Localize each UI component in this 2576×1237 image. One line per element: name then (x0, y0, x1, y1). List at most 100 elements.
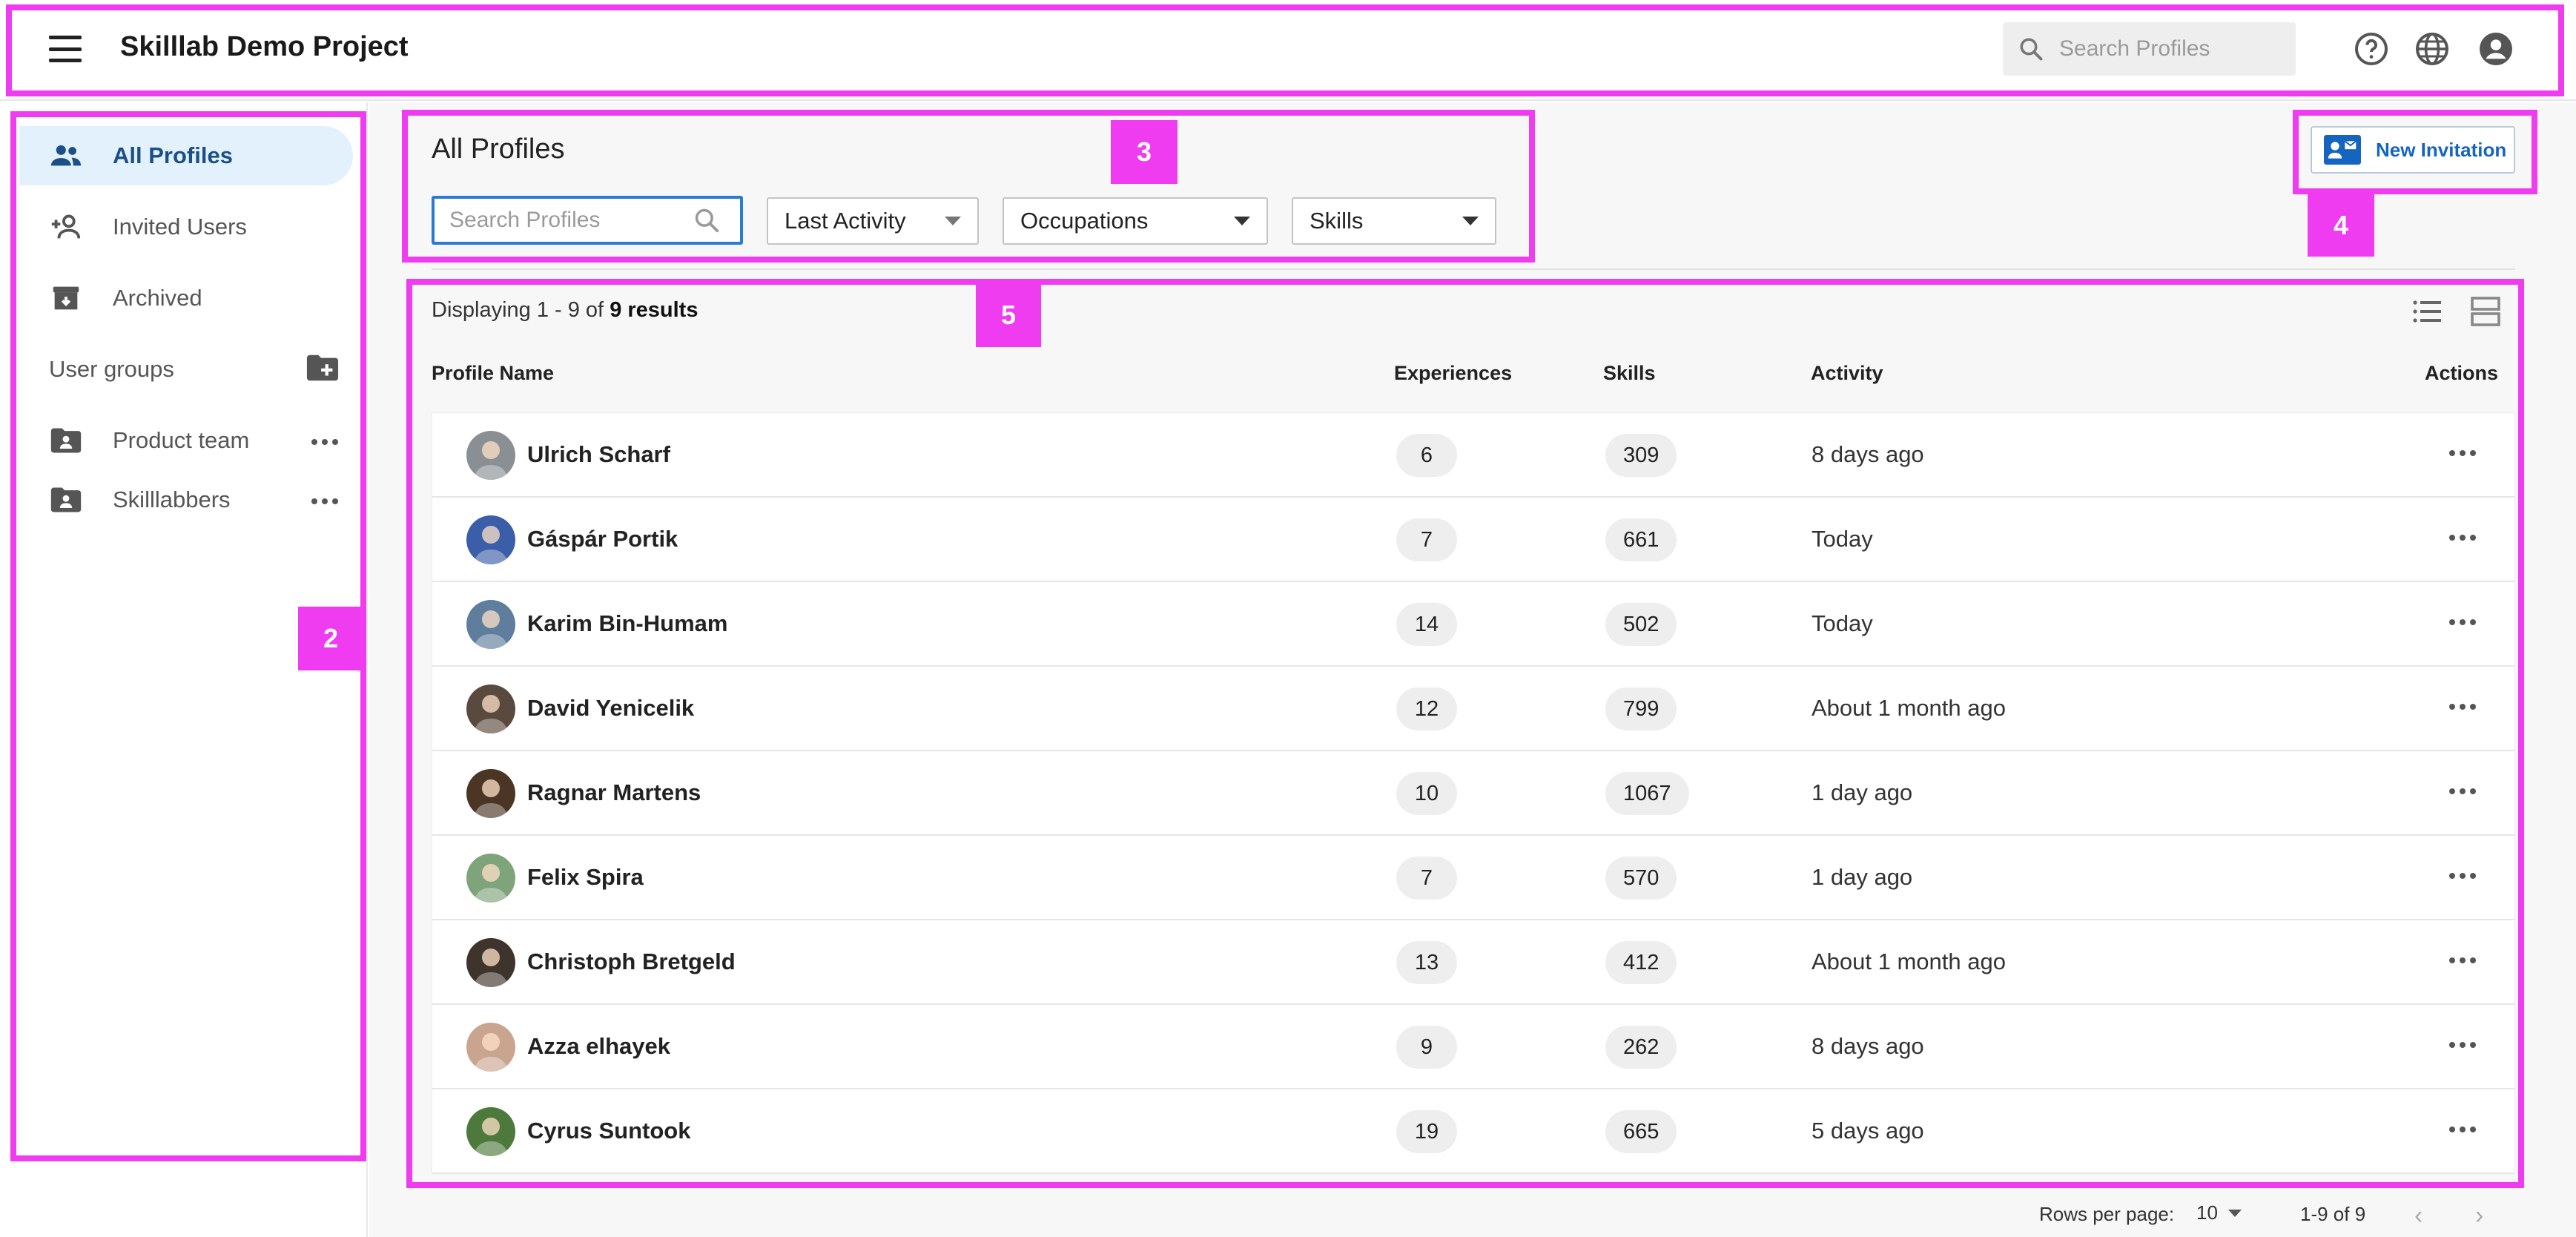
activity-text: About 1 month ago (1812, 949, 2006, 974)
activity-text: 8 days ago (1812, 441, 1924, 467)
column-header-activity[interactable]: Activity (1811, 362, 1883, 385)
skills-count: 262 (1605, 1026, 1677, 1069)
sidebar-item-invited-users[interactable]: Invited Users (19, 197, 353, 257)
avatar (466, 1023, 515, 1072)
activity-text: Today (1812, 610, 1873, 636)
column-header-experiences[interactable]: Experiences (1394, 362, 1512, 385)
profile-name[interactable]: Cyrus Suntook (527, 1118, 690, 1144)
table-row[interactable]: David Yenicelik 12 799 About 1 month ago (432, 667, 2514, 751)
skills-dropdown[interactable]: Skills (1292, 197, 1496, 245)
avatar (466, 854, 515, 903)
experiences-count: 10 (1396, 772, 1457, 815)
avatar (466, 938, 515, 987)
user-groups-heading: User groups (49, 356, 174, 382)
rows-per-page-select[interactable]: 10 (2196, 1201, 2242, 1224)
next-page-icon[interactable]: › (2475, 1201, 2483, 1230)
help-icon[interactable] (2354, 31, 2389, 67)
menu-icon[interactable] (49, 36, 82, 62)
people-icon (49, 139, 83, 173)
profile-search-input[interactable] (449, 208, 687, 233)
table-row[interactable]: Ulrich Scharf 6 309 8 days ago (432, 413, 2514, 498)
group-more-icon[interactable] (311, 439, 338, 445)
activity-text: 1 day ago (1812, 864, 1913, 890)
column-header-profile-name[interactable]: Profile Name (432, 362, 554, 385)
activity-text: 5 days ago (1812, 1118, 1924, 1144)
row-actions-icon[interactable] (2449, 619, 2476, 625)
previous-page-icon[interactable]: ‹ (2414, 1201, 2423, 1230)
experiences-count: 19 (1396, 1110, 1457, 1153)
sidebar-group-product-team[interactable]: Product team (19, 411, 353, 470)
profile-name[interactable]: David Yenicelik (527, 695, 694, 722)
header-search-input[interactable] (2059, 36, 2282, 62)
experiences-count: 14 (1396, 603, 1457, 646)
new-invitation-button[interactable]: New Invitation (2311, 126, 2515, 174)
dropdown-label: Occupations (1020, 208, 1149, 234)
annotation-label: 3 (1111, 120, 1178, 184)
profile-name[interactable]: Gáspár Portik (527, 526, 678, 552)
row-actions-icon[interactable] (2449, 1127, 2476, 1132)
row-actions-icon[interactable] (2449, 957, 2476, 963)
skills-count: 570 (1605, 857, 1677, 900)
avatar (466, 600, 515, 649)
sidebar-group-label: Skilllabbers (113, 486, 231, 512)
column-header-actions: Actions (2425, 362, 2499, 384)
row-actions-icon[interactable] (2449, 1042, 2476, 1048)
profile-name[interactable]: Ulrich Scharf (527, 441, 670, 468)
row-actions-icon[interactable] (2449, 788, 2476, 794)
activity-text: 1 day ago (1812, 779, 1913, 805)
row-actions-icon[interactable] (2449, 873, 2476, 879)
row-actions-icon[interactable] (2449, 535, 2476, 541)
occupations-dropdown[interactable]: Occupations (1003, 197, 1268, 245)
last-activity-dropdown[interactable]: Last Activity (767, 197, 979, 245)
skills-count: 309 (1605, 434, 1677, 477)
rows-per-page-value: 10 (2196, 1201, 2218, 1224)
avatar (466, 685, 515, 733)
results-count: 9 results (610, 298, 699, 322)
search-icon (695, 208, 719, 233)
table-row[interactable]: Azza elhayek 9 262 8 days ago (432, 1005, 2514, 1089)
profile-name[interactable]: Karim Bin-Humam (527, 610, 727, 637)
avatar (466, 431, 515, 480)
row-actions-icon[interactable] (2449, 450, 2476, 456)
sidebar-item-archived[interactable]: Archived (19, 268, 353, 328)
dropdown-label: Last Activity (785, 208, 906, 234)
annotation-label: 4 (2308, 194, 2374, 257)
globe-icon[interactable] (2414, 31, 2450, 67)
table-row[interactable]: Gáspár Portik 7 661 Today (432, 498, 2514, 582)
profile-search[interactable] (432, 196, 743, 245)
table-row[interactable]: Ragnar Martens 10 1067 1 day ago (432, 751, 2514, 836)
activity-text: About 1 month ago (1812, 695, 2006, 721)
profile-name[interactable]: Felix Spira (527, 864, 644, 891)
skills-count: 502 (1605, 603, 1677, 646)
header-search[interactable] (2003, 22, 2296, 76)
sidebar-group-skilllabbers[interactable]: Skilllabbers (19, 470, 353, 530)
app-title: Skilllab Demo Project (120, 31, 409, 62)
table-row[interactable]: Felix Spira 7 570 1 day ago (432, 836, 2514, 920)
table-row[interactable]: Christoph Bretgeld 13 412 About 1 month ago (432, 920, 2514, 1005)
experiences-count: 6 (1396, 434, 1457, 477)
table-row[interactable]: Karim Bin-Humam 14 502 Today (432, 582, 2514, 667)
page-title: All Profiles (432, 133, 565, 165)
results-summary: Displaying 1 - 9 of 9 results (432, 298, 698, 323)
archive-icon (49, 281, 83, 315)
folder-shared-icon (49, 423, 83, 458)
sidebar-item-label: All Profiles (113, 142, 233, 168)
table-row[interactable]: Cyrus Suntook 19 665 5 days ago (432, 1089, 2514, 1174)
experiences-count: 7 (1396, 518, 1457, 561)
add-folder-icon[interactable] (306, 353, 340, 383)
new-invitation-label: New Invitation (2376, 138, 2507, 161)
profile-name[interactable]: Azza elhayek (527, 1033, 670, 1060)
sidebar-item-all-profiles[interactable]: All Profiles (19, 126, 353, 185)
divider (432, 268, 2515, 270)
experiences-count: 13 (1396, 941, 1457, 984)
group-more-icon[interactable] (311, 498, 338, 504)
skills-count: 412 (1605, 941, 1677, 984)
profile-name[interactable]: Ragnar Martens (527, 779, 701, 806)
profile-name[interactable]: Christoph Bretgeld (527, 949, 736, 975)
row-actions-icon[interactable] (2449, 704, 2476, 710)
list-view-icon[interactable] (2410, 294, 2445, 329)
card-view-icon[interactable] (2468, 294, 2503, 329)
column-header-skills[interactable]: Skills (1603, 362, 1656, 385)
experiences-count: 7 (1396, 857, 1457, 900)
account-icon[interactable] (2478, 31, 2514, 67)
